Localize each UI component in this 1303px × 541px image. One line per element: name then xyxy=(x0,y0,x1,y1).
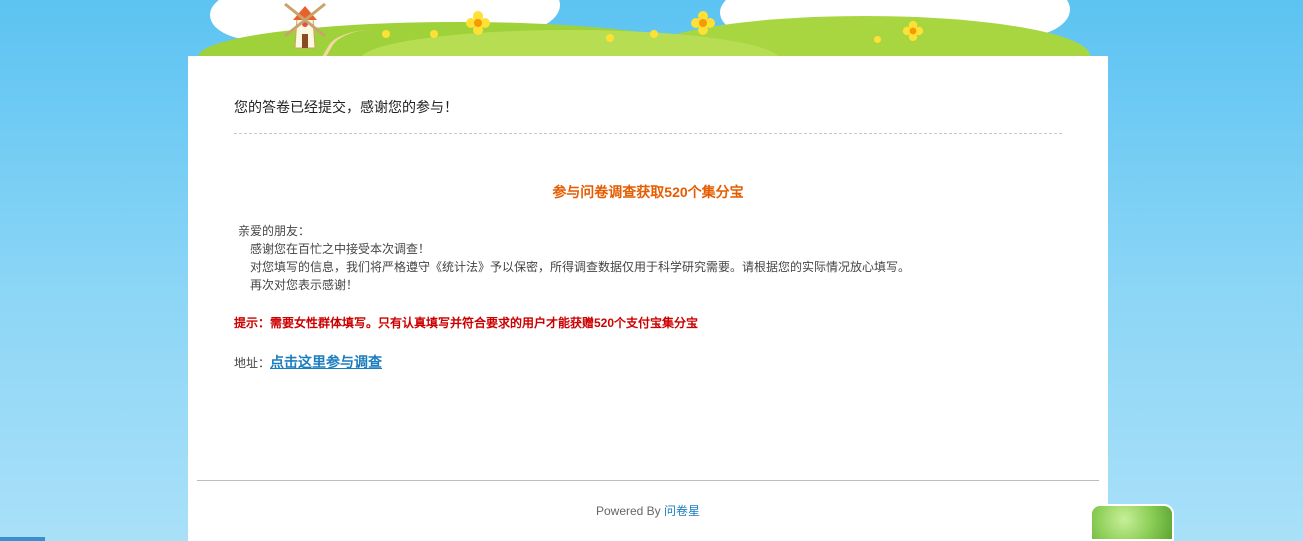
wjx-brand-link[interactable]: 问卷星 xyxy=(664,504,700,518)
powered-by-label: Powered By xyxy=(595,504,661,518)
content-panel: 您的答卷已经提交，感谢您的参与！ 参与问卷调查获取520个集分宝 亲爱的朋友： … xyxy=(188,56,1108,541)
submission-thanks-message: 您的答卷已经提交，感谢您的参与！ xyxy=(234,99,458,115)
bottom-edge-strip xyxy=(0,537,45,541)
promo-title: 参与问卷调查获取520个集分宝 xyxy=(552,184,744,200)
small-flower-icon xyxy=(650,30,658,38)
flower-icon xyxy=(902,20,924,42)
small-flower-icon xyxy=(382,30,390,38)
letter-line: 对您填写的信息，我们将严格遵守《统计法》予以保密，所得调查数据仅用于科学研究需要… xyxy=(250,260,911,274)
small-flower-icon xyxy=(606,34,614,42)
promo-letter: 亲爱的朋友： 感谢您在百忙之中接受本次调查！ 对您填写的信息，我们将严格遵守《统… xyxy=(234,222,910,294)
survey-address: 地址：点击这里参与调查 xyxy=(234,352,382,372)
flower-icon xyxy=(466,11,490,35)
promo-hint: 提示：需要女性群体填写。只有认真填写并符合要求的用户才能获赠520个支付宝集分宝 xyxy=(234,316,699,330)
windmill-icon xyxy=(284,2,326,49)
letter-line: 再次对您表示感谢！ xyxy=(250,278,359,292)
survey-link[interactable]: 点击这里参与调查 xyxy=(270,354,382,370)
letter-line: 感谢您在百忙之中接受本次调查！ xyxy=(250,242,431,256)
footer-divider xyxy=(197,480,1099,481)
leaf-corner-button[interactable] xyxy=(1090,504,1174,541)
letter-greeting: 亲爱的朋友： xyxy=(238,224,311,238)
small-flower-icon xyxy=(430,30,438,38)
footer: Powered By 问卷星 xyxy=(188,502,1108,519)
small-flower-icon xyxy=(874,36,881,43)
dashed-divider xyxy=(234,133,1062,134)
address-label: 地址： xyxy=(234,356,271,370)
flower-icon xyxy=(691,11,715,35)
